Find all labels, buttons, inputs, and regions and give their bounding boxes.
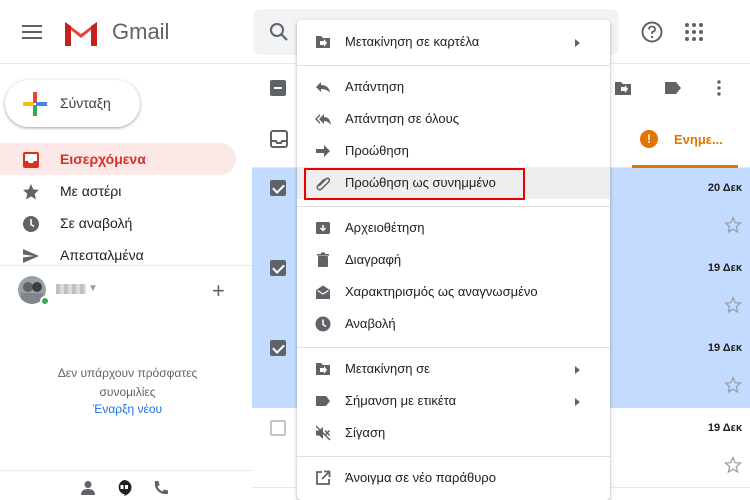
add-contact-icon[interactable]: + — [212, 278, 225, 304]
start-new-link[interactable]: Έναρξη νέου — [30, 402, 225, 416]
row-checkbox[interactable] — [270, 340, 286, 356]
forward-icon — [316, 145, 330, 157]
menu-divider — [297, 347, 610, 348]
clock-icon — [23, 216, 39, 232]
row-date: 19 Δεκ — [707, 422, 742, 434]
star-outline-icon[interactable] — [724, 456, 742, 474]
archive-icon — [316, 222, 330, 234]
no-conversations-text: Δεν υπάρχουν πρόσφατες συνομιλίες — [57, 366, 198, 399]
menu-item-label: Μετακίνηση σε — [345, 361, 430, 376]
row-checkbox[interactable] — [270, 180, 286, 196]
menu-item-label: Σήμανση με ετικέτα — [345, 393, 457, 408]
sidebar-divider — [0, 265, 252, 266]
menu-item-label: Προώθηση — [345, 143, 409, 158]
menu-icon[interactable] — [20, 22, 44, 42]
menu-item-delete[interactable]: Διαγραφή — [297, 244, 610, 276]
move-to-tab-icon — [316, 36, 330, 48]
context-menu: Μετακίνηση σε καρτέλα Απάντηση Απάντηση … — [297, 20, 610, 500]
more-options-icon[interactable] — [716, 79, 722, 97]
menu-item-label: Χαρακτηρισμός ως αναγνωσμένο — [345, 284, 538, 299]
label-icon[interactable] — [664, 81, 682, 95]
compose-button[interactable]: Σύνταξη — [5, 80, 140, 127]
menu-item-label: Απάντηση — [345, 79, 405, 94]
star-icon — [23, 184, 39, 200]
open-new-window-icon — [316, 470, 331, 485]
compose-label: Σύνταξη — [60, 95, 111, 111]
row-date: 20 Δεκ — [707, 182, 742, 194]
menu-item-label: Σίγαση — [345, 425, 386, 440]
hangouts-user-name — [56, 284, 86, 294]
submenu-arrow-icon — [575, 366, 580, 374]
menu-item-snooze[interactable]: Αναβολή — [297, 308, 610, 340]
hangouts-icon[interactable] — [115, 479, 133, 497]
row-checkbox[interactable] — [270, 420, 286, 436]
menu-item-label: Αρχειοθέτηση — [345, 220, 425, 235]
mark-read-icon — [316, 285, 330, 299]
gmail-logo[interactable] — [62, 18, 100, 48]
hangouts-footer — [0, 470, 252, 500]
sidebar-item-sent[interactable]: Απεσταλμένα — [0, 239, 236, 271]
chevron-down-icon[interactable]: ▼ — [88, 283, 98, 294]
sidebar-item-label: Με αστέρι — [60, 183, 122, 199]
reply-icon — [316, 82, 330, 93]
select-all-checkbox[interactable] — [270, 80, 286, 96]
sidebar-item-snoozed[interactable]: Σε αναβολή — [0, 207, 236, 239]
gmail-wordmark: Gmail — [112, 19, 170, 44]
sidebar-item-inbox[interactable]: Εισερχόμενα — [0, 143, 236, 175]
sidebar-item-label: Σε αναβολή — [60, 215, 133, 231]
person-icon[interactable] — [79, 479, 97, 497]
menu-item-label-as[interactable]: Σήμανση με ετικέτα — [297, 385, 610, 417]
menu-item-label: Αναβολή — [345, 316, 396, 331]
inbox-icon — [23, 152, 39, 168]
apps-icon[interactable] — [684, 22, 704, 42]
sidebar-item-label: Απεσταλμένα — [60, 247, 144, 263]
annotation-highlight-box — [304, 168, 525, 200]
star-outline-icon[interactable] — [724, 216, 742, 234]
menu-item-forward[interactable]: Προώθηση — [297, 135, 610, 167]
move-to-icon[interactable] — [614, 80, 632, 96]
submenu-arrow-icon — [575, 398, 580, 406]
help-icon[interactable] — [640, 20, 664, 44]
sidebar-item-starred[interactable]: Με αστέρι — [0, 175, 236, 207]
menu-item-move-to-tab[interactable]: Μετακίνηση σε καρτέλα — [297, 26, 610, 58]
tab-updates-label: Ενημε... — [674, 132, 723, 147]
row-checkbox[interactable] — [270, 260, 286, 276]
submenu-arrow-icon — [575, 39, 580, 47]
menu-item-mute[interactable]: Σίγαση — [297, 417, 610, 449]
menu-item-reply[interactable]: Απάντηση — [297, 71, 610, 103]
reply-all-icon — [315, 114, 331, 125]
plus-icon — [23, 92, 47, 116]
menu-item-label: Διαγραφή — [345, 252, 402, 267]
snooze-icon — [315, 316, 331, 332]
menu-item-label: Απάντηση σε όλους — [345, 111, 460, 126]
menu-item-mark-as-read[interactable]: Χαρακτηρισμός ως αναγνωσμένο — [297, 276, 610, 308]
info-icon: ! — [640, 130, 658, 148]
phone-icon[interactable] — [152, 479, 170, 497]
menu-item-label: Άνοιγμα σε νέο παράθυρο — [345, 470, 496, 485]
menu-item-archive[interactable]: Αρχειοθέτηση — [297, 212, 610, 244]
sidebar-item-label: Εισερχόμενα — [60, 151, 146, 167]
send-icon — [23, 249, 39, 263]
online-status-dot — [40, 296, 50, 306]
star-outline-icon[interactable] — [724, 296, 742, 314]
menu-divider — [297, 206, 610, 207]
menu-item-move-to[interactable]: Μετακίνηση σε — [297, 353, 610, 385]
menu-divider — [297, 65, 610, 66]
menu-item-label: Μετακίνηση σε καρτέλα — [345, 34, 480, 49]
tab-updates[interactable]: ! Ενημε... — [632, 124, 738, 168]
label-icon — [316, 396, 330, 406]
menu-item-reply-all[interactable]: Απάντηση σε όλους — [297, 103, 610, 135]
row-date: 19 Δεκ — [707, 262, 742, 274]
menu-divider — [297, 456, 610, 457]
star-outline-icon[interactable] — [724, 376, 742, 394]
menu-item-open-new-window[interactable]: Άνοιγμα σε νέο παράθυρο — [297, 462, 610, 494]
move-to-icon — [316, 363, 330, 375]
row-date: 19 Δεκ — [707, 342, 742, 354]
delete-icon — [317, 252, 329, 267]
mute-icon — [315, 425, 331, 441]
inbox-tab-icon[interactable] — [270, 130, 288, 148]
search-icon[interactable] — [269, 22, 289, 42]
